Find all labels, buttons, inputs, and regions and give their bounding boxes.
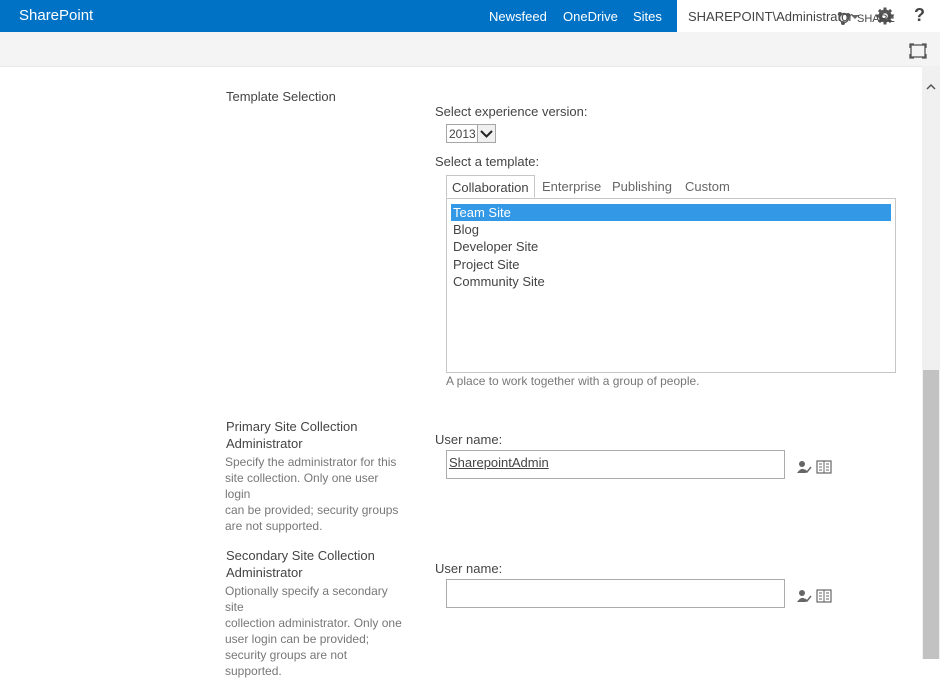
template-section-title: Template Selection: [226, 89, 336, 104]
brand-logo[interactable]: SharePoint: [19, 7, 93, 24]
tab-collaboration[interactable]: Collaboration: [446, 175, 535, 198]
tab-publishing[interactable]: Publishing: [612, 175, 672, 198]
resolved-user[interactable]: SharepointAdmin: [449, 455, 549, 470]
template-description: A place to work together with a group of…: [446, 374, 700, 388]
primary-username-label: User name:: [435, 432, 503, 447]
tab-enterprise[interactable]: Enterprise: [542, 175, 601, 198]
primary-username-input[interactable]: SharepointAdmin: [446, 450, 785, 479]
desc-line: Optionally specify a secondary site: [225, 584, 388, 614]
user-menu[interactable]: SHAREPOINT\Administrator ?: [677, 0, 940, 32]
dropdown-button[interactable]: [477, 125, 495, 142]
primary-admin-title-line2: Administrator: [226, 436, 303, 451]
help-icon[interactable]: ?: [914, 5, 925, 26]
nav-onedrive[interactable]: OneDrive: [563, 9, 618, 24]
address-book-icon[interactable]: [816, 460, 832, 474]
share-button[interactable]: SHARE: [857, 13, 895, 25]
nav-sites[interactable]: Sites: [633, 9, 662, 24]
list-item[interactable]: Community Site: [451, 273, 891, 290]
version-label: Select experience version:: [435, 104, 588, 119]
secondary-admin-desc: Optionally specify a secondary site coll…: [225, 583, 405, 679]
list-item[interactable]: Team Site: [451, 204, 891, 221]
primary-admin-title: Primary Site Collection: [226, 419, 358, 434]
secondary-username-label: User name:: [435, 561, 503, 576]
check-names-icon[interactable]: [796, 459, 812, 475]
suite-bar: SharePoint Newsfeed OneDrive Sites SHARE…: [0, 0, 940, 32]
desc-line: site collection. Only one user login: [225, 471, 379, 501]
primary-admin-desc: Specify the administrator for this site …: [225, 454, 405, 534]
user-name[interactable]: SHAREPOINT\Administrator: [688, 9, 853, 24]
secondary-username-input[interactable]: [446, 579, 785, 608]
tab-custom[interactable]: Custom: [685, 175, 730, 198]
scrollbar-thumb[interactable]: [923, 370, 939, 659]
desc-line: collection administrator. Only one: [225, 616, 402, 630]
desc-line: are not supported.: [225, 519, 323, 533]
list-item[interactable]: Project Site: [451, 256, 891, 273]
ribbon-bar: [0, 32, 940, 67]
address-book-icon[interactable]: [816, 589, 832, 603]
check-names-icon[interactable]: [796, 588, 812, 604]
desc-line: security groups are not supported.: [225, 648, 348, 678]
chevron-down-icon: [480, 130, 493, 138]
list-item[interactable]: Blog: [451, 221, 891, 238]
template-label: Select a template:: [435, 154, 540, 169]
template-list[interactable]: Team Site Blog Developer Site Project Si…: [446, 198, 896, 373]
desc-line: user login can be provided;: [225, 632, 370, 646]
version-value: 2013: [449, 127, 476, 141]
scroll-up-icon[interactable]: [926, 82, 936, 92]
desc-line: can be provided; security groups: [225, 503, 399, 517]
focus-on-content-icon[interactable]: [909, 43, 927, 59]
secondary-admin-title-line2: Administrator: [226, 565, 303, 580]
nav-newsfeed[interactable]: Newsfeed: [489, 9, 547, 24]
version-select[interactable]: 2013: [446, 124, 496, 143]
desc-line: Specify the administrator for this: [225, 455, 397, 469]
share-icon[interactable]: [837, 11, 851, 25]
secondary-admin-title: Secondary Site Collection: [226, 548, 375, 563]
list-item[interactable]: Developer Site: [451, 238, 891, 255]
